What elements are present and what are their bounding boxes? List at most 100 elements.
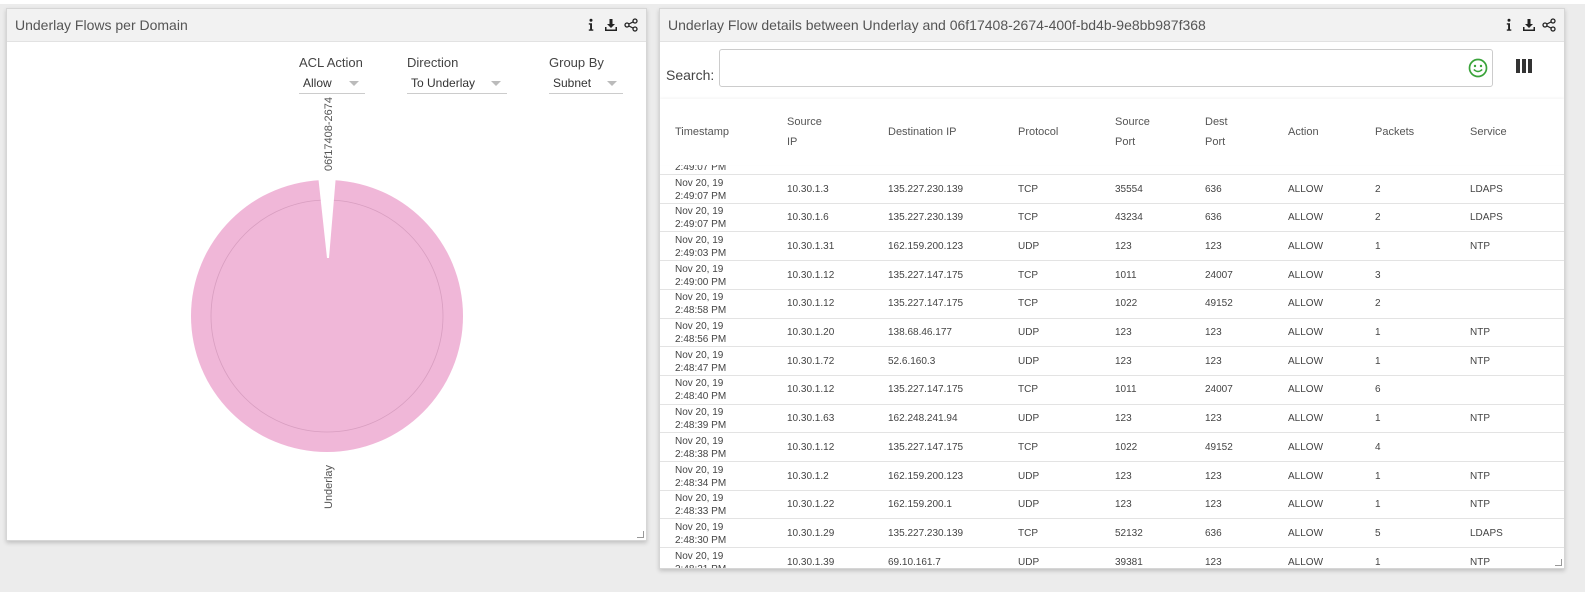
smiley-icon[interactable] [1468,58,1488,83]
cell-packets: 3 [1375,269,1381,281]
info-icon[interactable] [584,18,598,32]
cell-source-port: 123 [1115,355,1132,367]
header-line: IP [787,136,798,148]
cell-source-port: 123 [1115,240,1132,252]
table-row[interactable]: Nov 20, 19 2:48:39 PM 10.30.1.63 162.248.24… [660,403,1564,433]
cell-timestamp: Nov 20, 19 2:48:47 PM [675,347,726,375]
cell-protocol: UDP [1018,556,1040,568]
cell-date: Nov 20, 19 [675,550,724,562]
cell-action: ALLOW [1288,384,1324,396]
cell-source-port: 1022 [1115,298,1138,310]
cell-service: NTP [1470,556,1490,568]
cell-action: ALLOW [1288,556,1324,568]
table-row[interactable]: Nov 20, 19 2:49:03 PM 10.30.1.31 162.159.20… [660,231,1564,260]
cell-protocol: TCP [1018,298,1038,310]
table-row[interactable]: Nov 20, 19 2:48:47 PM 10.30.1.72 52.6.160.3… [660,346,1564,375]
cell-dest-port: 123 [1205,470,1222,482]
cell-source-ip: 10.30.1.29 [787,527,835,539]
cell-dest-port: 49152 [1205,441,1233,453]
header-line: Port [1205,136,1226,148]
cell-action: ALLOW [1288,441,1324,453]
panel-header: Underlay Flow details between Underlay a… [660,9,1564,42]
cell-source-ip: 10.30.1.63 [787,413,835,425]
cell-time: 2:48:33 PM [675,506,727,518]
table-row[interactable]: Nov 20, 19 2:49:00 PM 10.30.1.12 135.227.14… [660,260,1564,289]
cell-date: Nov 20, 19 [675,263,724,275]
cell-source-port: 123 [1115,470,1132,482]
column-header-protocol[interactable]: Protocol [1018,122,1058,142]
table-row[interactable]: Nov 20, 19 2:48:33 PM 10.30.1.22 162.159.20… [660,489,1564,519]
search-input[interactable] [719,49,1493,87]
cell-protocol: TCP [1018,269,1038,281]
header-line: Packets [1375,126,1415,138]
table-row[interactable]: Nov 20, 19 2:48:56 PM 10.30.1.20 138.68.46.… [660,317,1564,347]
cell-action: ALLOW [1288,183,1324,195]
cell-date: Nov 20, 19 [675,234,724,246]
cell-time: 2:49:07 PM [675,219,727,231]
table-row[interactable]: Nov 20, 19 2:48:40 PM 10.30.1.12 135.227.14… [660,374,1564,404]
resize-handle[interactable] [637,531,644,538]
cell-source-ip: 10.30.1.12 [787,384,835,396]
share-icon[interactable] [1542,18,1556,32]
header-line: Dest [1205,116,1228,128]
cell-action: ALLOW [1288,212,1324,224]
cell-packets: 1 [1375,413,1381,425]
cell-source-port: 123 [1115,499,1132,511]
table-row[interactable]: Nov 20, 19 2:48:34 PM 10.30.1.2 162.159.200… [660,461,1564,490]
cell-date: Nov 20, 19 [675,292,724,304]
column-header-timestamp[interactable]: Timestamp [675,122,729,142]
cell-protocol: UDP [1018,355,1040,367]
cell-packets: 1 [1375,355,1381,367]
cell-timestamp: Nov 20, 19 2:48:21 PM [675,548,726,568]
table-row[interactable]: Nov 20, 19 2:48:30 PM 10.30.1.29 135.227.23… [660,518,1564,547]
table-row[interactable]: Nov 20, 19 2:48:38 PM 10.30.1.12 135.227.14… [660,432,1564,461]
cell-destination-ip: 162.159.200.123 [888,240,964,252]
cell-timestamp: Nov 20, 19 2:48:30 PM [675,519,726,547]
table-row[interactable]: Nov 20, 19 2:49:07 PM 10.30.1.6 135.227.230… [660,202,1564,232]
cell-destination-ip: 162.159.200.123 [888,470,964,482]
table-row[interactable]: Nov 20, 19 2:49:07 PM 10.30.1.3 135.227.230… [660,174,1564,203]
cell-service: NTP [1470,470,1490,482]
cell-date: Nov 20, 19 [675,349,724,361]
chord-chart: 06f17408-2674 Underlay [191,97,463,509]
cell-date: Nov 20, 19 [675,464,724,476]
cell-date: Nov 20, 19 [675,378,724,390]
cell-destination-ip: 135.227.147.175 [888,441,964,453]
column-header-source-ip[interactable]: Source IP [787,112,822,152]
cell-time: 2:48:38 PM [675,448,727,460]
cell-action: ALLOW [1288,240,1324,252]
cell-dest-port: 123 [1205,355,1222,367]
cell-source-ip: 10.30.1.39 [787,556,835,568]
cell-time: 2:49:07 PM [675,190,727,202]
table-row[interactable]: Nov 20, 19 2:48:58 PM 10.30.1.12 135.227.14… [660,288,1564,318]
column-header-action[interactable]: Action [1288,122,1319,142]
download-icon[interactable] [604,18,618,32]
cell-dest-port: 24007 [1205,384,1233,396]
cell-date: Nov 20, 19 [675,435,724,447]
cell-source-ip: 10.30.1.72 [787,355,835,367]
cell-timestamp: Nov 20, 19 2:49:07 PM [675,204,726,232]
column-header-packets[interactable]: Packets [1375,122,1414,142]
cell-action: ALLOW [1288,527,1324,539]
column-chooser-icon[interactable] [1516,59,1532,78]
column-header-source-port[interactable]: Source Port [1115,112,1150,152]
cell-source-ip: 10.30.1.20 [787,327,835,338]
cell-time: 2:48:58 PM [675,305,727,317]
cell-packets: 5 [1375,527,1381,539]
header-line: Service [1470,126,1507,138]
info-icon[interactable] [1502,18,1516,32]
download-icon[interactable] [1522,18,1536,32]
cell-destination-ip: 135.227.147.175 [888,298,964,310]
table-row[interactable]: Nov 20, 19 2:48:21 PM 10.30.1.39 69.10.161.… [660,547,1564,568]
cell-date: Nov 20, 19 [675,407,724,419]
cell-source-port: 43234 [1115,212,1143,224]
cell-dest-port: 49152 [1205,298,1233,310]
cell-timestamp: Nov 20, 19 2:48:56 PM [675,319,726,347]
column-header-destination-ip[interactable]: Destination IP [888,122,956,142]
share-icon[interactable] [624,18,638,32]
cell-source-port: 123 [1115,413,1132,425]
column-header-service[interactable]: Service [1470,122,1507,142]
column-header-dest-port[interactable]: Dest Port [1205,112,1228,152]
cell-time: 2:48:21 PM [675,564,726,568]
resize-handle[interactable] [1555,559,1562,566]
